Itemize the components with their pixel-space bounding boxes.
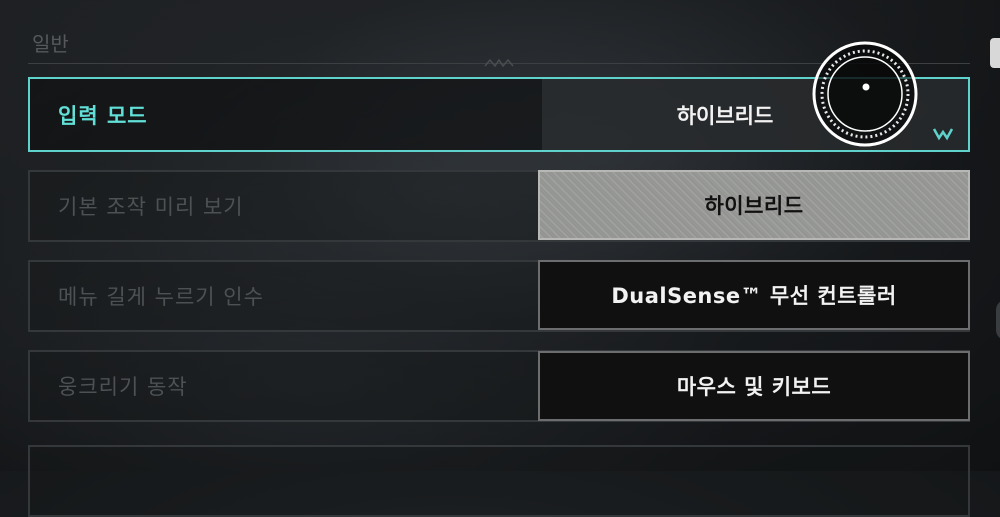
setting-row-partial[interactable]: [28, 445, 970, 517]
setting-label: 메뉴 길게 누르기 인수: [58, 285, 264, 309]
edge-button[interactable]: [990, 38, 1000, 68]
ornament-icon: [484, 58, 514, 68]
dropdown-option-mouse-keyboard[interactable]: 마우스 및 키보드: [538, 351, 970, 421]
cursor-reticle-icon: [812, 41, 918, 147]
section-title: 일반: [32, 32, 69, 56]
setting-label: 웅크리기 동작: [58, 375, 188, 399]
setting-label: 입력 모드: [58, 103, 148, 128]
dropdown-option-dualsense[interactable]: DualSense™ 무선 컨트롤러: [538, 260, 970, 330]
setting-label: 기본 조작 미리 보기: [58, 195, 244, 219]
scroll-handle[interactable]: [996, 300, 1000, 340]
dropdown-option-hybrid[interactable]: 하이브리드: [538, 170, 970, 240]
